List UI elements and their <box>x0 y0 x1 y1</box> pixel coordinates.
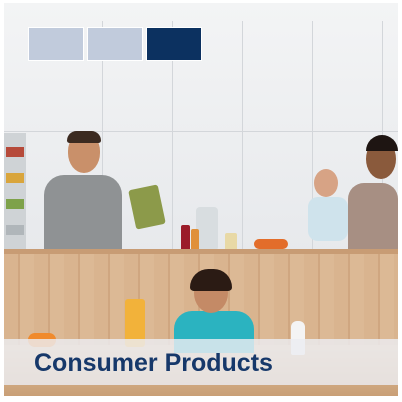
fridge-item <box>6 147 24 157</box>
wall-panel-seam <box>4 131 398 132</box>
decor-block-light <box>87 27 143 61</box>
man-hair <box>67 131 101 143</box>
man-figure <box>44 175 122 251</box>
decor-block-dark <box>146 27 202 61</box>
blender <box>196 207 218 251</box>
sauce-bottle <box>181 225 190 251</box>
counter-top <box>4 249 398 254</box>
decorative-blocks <box>28 27 202 61</box>
fridge-item <box>6 173 24 183</box>
baby-head <box>314 169 338 197</box>
hero-image: Consumer Products <box>4 3 398 396</box>
baby-figure <box>308 197 348 241</box>
open-fridge <box>4 133 26 253</box>
page-title: Consumer Products <box>34 349 273 377</box>
fridge-item <box>6 225 24 235</box>
oil-bottle <box>191 229 199 251</box>
decor-block-light <box>28 27 84 61</box>
vegetables <box>254 239 288 249</box>
fridge-item <box>6 199 24 209</box>
wall-panel-seam <box>242 21 243 253</box>
